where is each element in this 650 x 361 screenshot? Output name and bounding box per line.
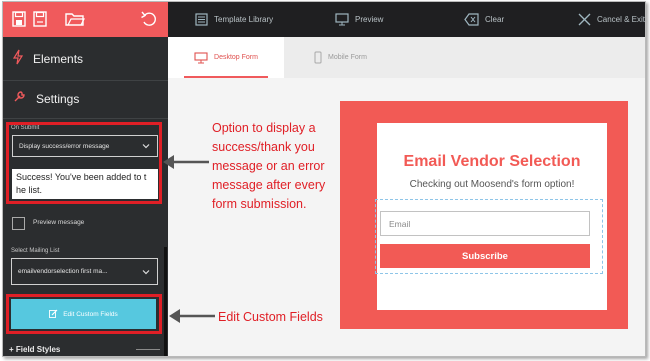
annotation-arrows [163, 155, 215, 323]
arrow-to-submit-settings [163, 155, 209, 169]
app-window: Template Library Preview Clear Cancel & … [2, 1, 646, 357]
arrow-to-edit-button [169, 309, 215, 323]
